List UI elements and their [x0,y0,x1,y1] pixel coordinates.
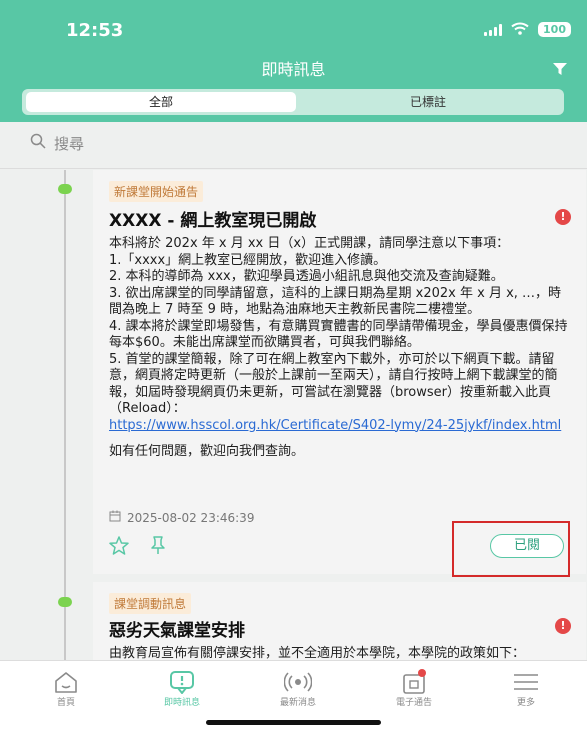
timeline-dot [58,597,72,607]
search-divider [0,168,587,169]
message-card[interactable]: 新課堂開始通告 XXXX - 網上教室現已開啟 ! 本科將於 202x 年 x … [93,170,586,574]
broadcast-icon [258,669,338,695]
home-indicator [206,720,381,725]
timeline-line [64,170,66,670]
category-tag: 課堂調動訊息 [109,593,192,614]
battery-icon: 100 [538,22,571,37]
status-indicators: 100 [484,20,571,39]
body-line: 3. 欲出席課堂的同學請留意，這科的上課日期為星期 x202x 年 x 月 x,… [109,285,562,318]
highlight-box [452,521,570,577]
page-title: 即時訊息 [261,60,326,79]
timeline-dot [58,184,72,194]
download-link[interactable]: https://www.hsscol.org.hk/Certificate/S4… [109,418,569,435]
category-tag: 新課堂開始通告 [109,181,204,202]
card-actions [109,536,167,559]
nav-label: 更多 [516,698,535,708]
body-line: 由教育局宣佈有關停課安排，並不全適用於本學院，本學院的政策如下： [109,646,526,660]
wifi-icon [511,20,529,39]
notice-board-icon [374,669,454,695]
message-body: 由教育局宣佈有關停課安排，並不全適用於本學院，本學院的政策如下： [109,646,569,660]
pin-icon[interactable] [149,536,167,559]
timestamp: 2025-08-02 23:46:39 [109,510,254,525]
alert-icon: ! [555,209,571,225]
nav-notices[interactable]: 電子通告 [374,669,454,708]
status-time: 12:53 [66,20,124,41]
message-alert-icon [142,669,222,695]
body-line: 5. 首堂的課堂簡報，除了可在網上教室內下載外，亦可於以下網頁下載。請留意，網頁… [109,351,558,417]
nav-news[interactable]: 最新消息 [258,669,338,708]
body-line: 2. 本科的導師為 xxx，歡迎學員透過小組訊息與他交流及查詢疑難。 [109,269,504,284]
search-icon [30,133,46,153]
nav-more[interactable]: 更多 [486,669,566,708]
nav-label: 首頁 [56,698,75,708]
header-bar: 12:53 100 即時訊息 全部 已標註 [0,0,587,122]
closing-text: 如有任何問題，歡迎向我們查詢。 [109,444,305,459]
nav-label: 最新消息 [279,698,316,708]
filter-icon[interactable] [553,60,567,79]
tab-all[interactable]: 全部 [26,92,296,112]
message-body: 本科將於 202x 年 x 月 xx 日（x）正式開課，請同學注意以下事項： 1… [109,236,569,461]
nav-home[interactable]: 首頁 [26,669,106,708]
home-icon [26,669,106,695]
star-icon[interactable] [109,536,129,559]
calendar-icon [109,510,121,525]
body-line: 4. 課本將於課堂即場發售，有意購買實體書的同學請帶備現金，學員優惠價保持每本$… [109,318,568,351]
message-card[interactable]: 課堂調動訊息 惡劣天氣課堂安排 ! 由教育局宣佈有關停課安排，並不全適用於本學院… [93,582,586,660]
timestamp-text: 2025-08-02 23:46:39 [127,510,255,525]
search-bar[interactable]: 搜尋 [30,130,570,156]
message-title: 惡劣天氣課堂安排 [109,621,245,641]
message-title: XXXX - 網上教室現已開啟 [109,211,317,231]
nav-label: 即時訊息 [163,698,200,708]
nav-messages[interactable]: 即時訊息 [142,669,222,708]
signal-icon [484,23,503,36]
alert-icon: ! [555,618,571,634]
tab-marked[interactable]: 已標註 [296,92,560,112]
menu-icon [486,669,566,695]
search-input[interactable]: 搜尋 [54,133,84,154]
nav-label: 電子通告 [395,698,432,708]
body-line: 本科將於 202x 年 x 月 xx 日（x）正式開課，請同學注意以下事項： [109,236,510,251]
body-line: 1.「xxxx」網上教室已經開放，歡迎進入修讀。 [109,252,387,268]
